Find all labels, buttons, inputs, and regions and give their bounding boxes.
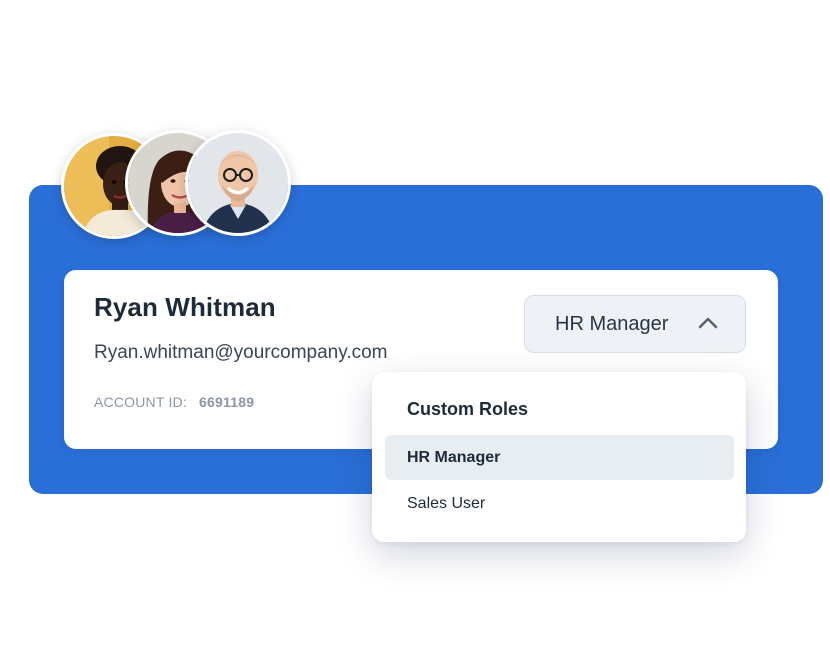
- role-select-value: HR Manager: [555, 312, 669, 335]
- menu-item-label: HR Manager: [407, 448, 501, 466]
- menu-group-title: Custom Roles: [407, 399, 529, 419]
- user-email: Ryan.whitman@yourcompany.com: [94, 342, 388, 363]
- role-select[interactable]: HR Manager: [524, 295, 746, 353]
- user-name: Ryan Whitman: [94, 292, 276, 322]
- account-id-label: ACCOUNT ID:: [94, 394, 187, 410]
- menu-item-label: Sales User: [407, 494, 486, 512]
- person-portrait-icon: [188, 133, 288, 233]
- role-dropdown-menu: Custom Roles HR Manager Sales User: [372, 372, 746, 542]
- account-id-value: 6691189: [199, 394, 255, 410]
- account-id-row: ACCOUNT ID: 6691189: [94, 394, 254, 410]
- menu-item-hr-manager[interactable]: HR Manager: [385, 435, 734, 480]
- avatar: [185, 130, 291, 236]
- menu-item-sales-user[interactable]: Sales User: [385, 481, 734, 526]
- chevron-up-icon: [698, 317, 718, 329]
